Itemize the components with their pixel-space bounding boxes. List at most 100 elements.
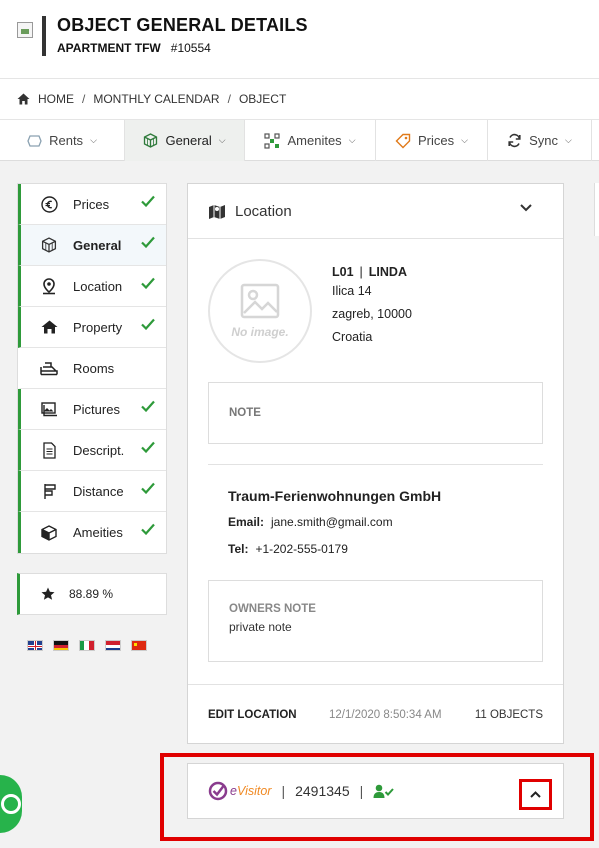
location-pin-icon xyxy=(40,277,58,295)
distance-icon xyxy=(40,482,58,500)
star-icon xyxy=(41,587,55,600)
chevron-down-icon: ⌵ xyxy=(90,135,97,145)
tag-icon xyxy=(395,133,411,148)
check-icon xyxy=(141,318,155,330)
breadcrumb-separator: / xyxy=(227,92,231,106)
tab-label: Rents xyxy=(49,133,84,148)
sidebar-item-label: Distance xyxy=(73,483,124,499)
tel-value[interactable]: +1-202-555-0179 xyxy=(255,542,347,556)
tab-general[interactable]: General ⌵ xyxy=(125,120,245,161)
cube-icon xyxy=(40,236,58,254)
flag-hr-icon[interactable] xyxy=(105,640,121,651)
objects-count: 11 OBJECTS xyxy=(474,708,543,721)
check-icon xyxy=(141,523,155,535)
note-label: NOTE xyxy=(229,407,261,419)
flag-en-icon[interactable] xyxy=(27,640,43,651)
breadcrumb-object[interactable]: OBJECT xyxy=(239,92,286,106)
owners-note-label: OWNERS NOTE xyxy=(229,603,316,615)
location-card-header[interactable]: Location xyxy=(188,184,563,239)
sidebar-item-property[interactable]: Property xyxy=(18,307,166,348)
sidebar-item-rooms[interactable]: Rooms xyxy=(18,348,166,389)
tab-rents[interactable]: Rents ⌵ xyxy=(0,120,125,161)
sidebar-item-location[interactable]: Location xyxy=(18,266,166,307)
tab-sync[interactable]: Sync ⌵ xyxy=(488,120,592,161)
chevron-down-icon: ⌵ xyxy=(565,135,572,145)
page-title: OBJECT GENERAL DETAILS xyxy=(57,15,308,35)
sidebar-item-label: Property xyxy=(73,319,123,335)
sidebar-item-label: Location xyxy=(73,278,123,294)
chevron-down-icon: ⌵ xyxy=(348,135,356,145)
owners-note-box: OWNERS NOTE private note xyxy=(208,580,543,662)
house-icon xyxy=(40,318,58,336)
owner-company: Traum-Ferienwohnungen GmbH xyxy=(228,488,442,504)
sidebar-item-description[interactable]: Descript. xyxy=(18,430,166,471)
separator: | xyxy=(359,265,363,279)
tab-label: General xyxy=(165,133,212,148)
check-icon xyxy=(141,482,155,494)
sidebar-item-general[interactable]: General xyxy=(18,225,166,266)
breadcrumb: HOME / MONTHLY CALENDAR / OBJECT xyxy=(0,78,599,120)
flag-it-icon[interactable] xyxy=(79,640,95,651)
tab-label: Amenites xyxy=(287,133,342,148)
sync-icon xyxy=(508,133,521,148)
sidebar-menu: Prices General Location Property Rooms P… xyxy=(17,183,167,554)
score-value: 88.89 % xyxy=(69,587,114,601)
amenities-icon xyxy=(264,132,281,149)
tab-amenities[interactable]: Amenites ⌵ xyxy=(245,120,376,161)
sidebar-item-distance[interactable]: Distance xyxy=(18,471,166,512)
chevron-up-icon xyxy=(530,791,541,798)
chevron-down-icon[interactable] xyxy=(520,204,532,212)
location-card: Location No image. L01 | LINDA Ilica 14 za… xyxy=(187,183,564,744)
rents-icon xyxy=(27,134,42,147)
owners-note-text: private note xyxy=(229,620,292,634)
chat-widget-button[interactable] xyxy=(0,775,22,833)
edit-location-button[interactable]: EDIT LOCATION xyxy=(208,709,297,721)
page-subtitle: APARTMENT TFW #10554 xyxy=(57,41,211,55)
box-icon xyxy=(40,524,58,542)
email-value[interactable]: jane.smith@gmail.com xyxy=(271,515,393,529)
check-icon xyxy=(141,441,155,453)
flag-de-icon[interactable] xyxy=(53,640,69,651)
location-city: zagreb, 10000 xyxy=(332,307,412,321)
divider xyxy=(208,464,543,465)
location-street: Ilica 14 xyxy=(332,284,372,298)
image-placeholder-icon xyxy=(240,283,280,319)
sidebar-item-prices[interactable]: Prices xyxy=(18,184,166,225)
sidebar-item-label: Ameities xyxy=(73,525,123,540)
evisitor-expand-button[interactable] xyxy=(519,779,552,810)
sidebar-item-amenities[interactable]: Ameities xyxy=(18,512,166,553)
location-name: LINDA xyxy=(368,265,407,279)
flag-cn-icon[interactable] xyxy=(131,640,147,651)
email-label: Email: xyxy=(228,515,265,529)
bed-icon xyxy=(40,359,58,377)
page-header: OBJECT GENERAL DETAILS APARTMENT TFW #105… xyxy=(0,0,599,78)
owner-phone: Tel: +1-202-555-0179 xyxy=(228,542,348,556)
sidebar-item-label: Pictures xyxy=(73,401,120,417)
sidebar-item-label: Rooms xyxy=(73,360,115,376)
note-box: NOTE xyxy=(208,382,543,444)
sidebar-item-pictures[interactable]: Pictures xyxy=(18,389,166,430)
sidebar-item-label: Prices xyxy=(73,196,110,212)
breadcrumb-home[interactable]: HOME xyxy=(38,92,74,106)
home-icon xyxy=(17,93,30,105)
location-country: Croatia xyxy=(332,330,373,344)
object-id: #10554 xyxy=(170,41,211,55)
object-name: APARTMENT TFW xyxy=(57,41,161,55)
location-card-footer: EDIT LOCATION 12/1/2020 8:50:34 AM 11 OB… xyxy=(188,684,563,744)
tab-prices[interactable]: Prices ⌵ xyxy=(376,120,488,161)
check-icon xyxy=(141,400,155,412)
language-flags xyxy=(27,640,147,651)
chevron-down-icon: ⌵ xyxy=(218,135,226,145)
title-accent-bar xyxy=(42,16,46,56)
object-thumbnail xyxy=(17,22,33,38)
pictures-icon xyxy=(40,400,58,418)
location-address: L01 | LINDA Ilica 14 zagreb, 10000 Croatia xyxy=(332,261,412,349)
owner-email: Email: jane.smith@gmail.com xyxy=(228,515,393,529)
no-image-text: No image. xyxy=(231,325,289,339)
location-code-name: L01 | LINDA xyxy=(332,261,412,283)
location-heading: Location xyxy=(235,202,292,220)
location-image-placeholder: No image. xyxy=(208,259,312,363)
breadcrumb-monthly-calendar[interactable]: MONTHLY CALENDAR xyxy=(93,92,219,106)
tab-label: Sync xyxy=(529,133,559,148)
document-icon xyxy=(40,441,58,459)
